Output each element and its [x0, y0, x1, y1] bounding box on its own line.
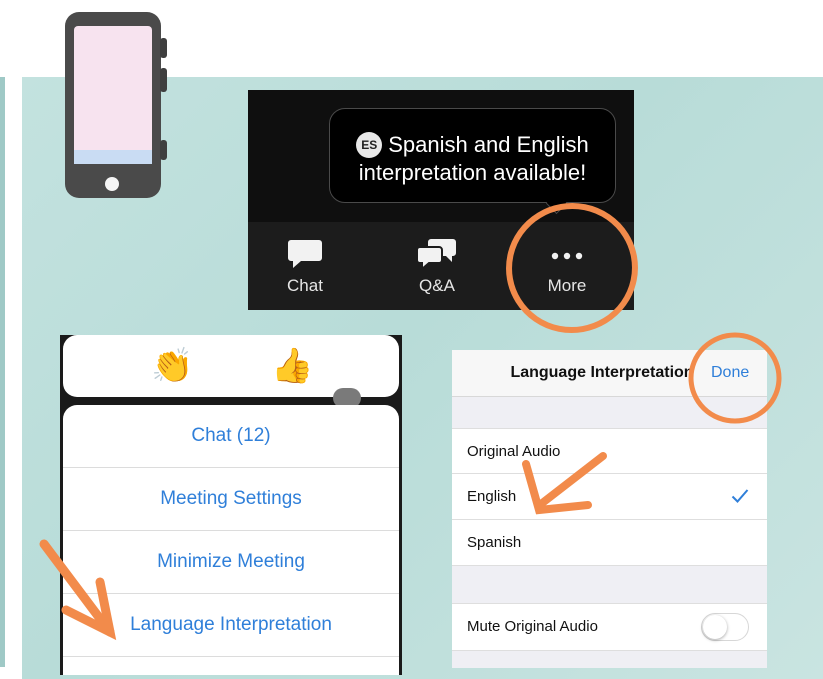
qa-bubbles-icon	[417, 239, 456, 270]
left-edge-strip	[0, 77, 5, 667]
toolbar-chat-button[interactable]: Chat	[250, 230, 360, 296]
mute-original-audio-toggle[interactable]	[701, 613, 749, 641]
done-button[interactable]: Done	[711, 350, 749, 396]
toolbar-qa-button[interactable]: Q&A	[382, 230, 492, 296]
toolbar-more-label: More	[547, 276, 587, 295]
toolbar-chat-label: Chat	[287, 276, 323, 295]
language-badge: ES	[356, 132, 383, 158]
language-option-original-audio[interactable]: Original Audio	[452, 428, 767, 474]
language-option-label: Spanish	[467, 534, 522, 551]
language-panel-title: Language Interpretation	[510, 364, 694, 381]
mute-original-audio-label: Mute Original Audio	[467, 618, 598, 635]
interpretation-tooltip: ES Spanish and English interpretation av…	[329, 108, 616, 203]
toolbar-more-button[interactable]: More	[512, 230, 622, 296]
thumbs-up-icon[interactable]: 👍	[271, 347, 313, 385]
checkmark-icon	[731, 489, 749, 503]
menu-item-chat[interactable]: Chat (12)	[63, 405, 399, 468]
more-dots-icon	[551, 252, 583, 260]
smartphone-icon	[65, 12, 167, 198]
tooltip-text-line2: interpretation available!	[358, 160, 587, 185]
more-menu-list: Chat (12) Meeting Settings Minimize Meet…	[63, 405, 399, 675]
clapping-hands-icon[interactable]: 👏	[151, 347, 193, 385]
language-option-spanish[interactable]: Spanish	[452, 520, 767, 566]
language-option-label: Original Audio	[467, 443, 561, 460]
language-option-english[interactable]: English	[452, 474, 767, 520]
toggle-knob	[703, 615, 727, 639]
menu-item-meeting-settings[interactable]: Meeting Settings	[63, 468, 399, 531]
mute-original-audio-row: Mute Original Audio	[452, 603, 767, 651]
menu-item-language-interpretation[interactable]: Language Interpretation	[63, 594, 399, 657]
toolbar-qa-label: Q&A	[419, 276, 455, 295]
tooltip-text-line1: Spanish and English	[388, 132, 589, 157]
language-option-label: English	[467, 488, 517, 505]
chat-bubble-icon	[288, 240, 322, 268]
menu-item-minimize-meeting[interactable]: Minimize Meeting	[63, 531, 399, 594]
